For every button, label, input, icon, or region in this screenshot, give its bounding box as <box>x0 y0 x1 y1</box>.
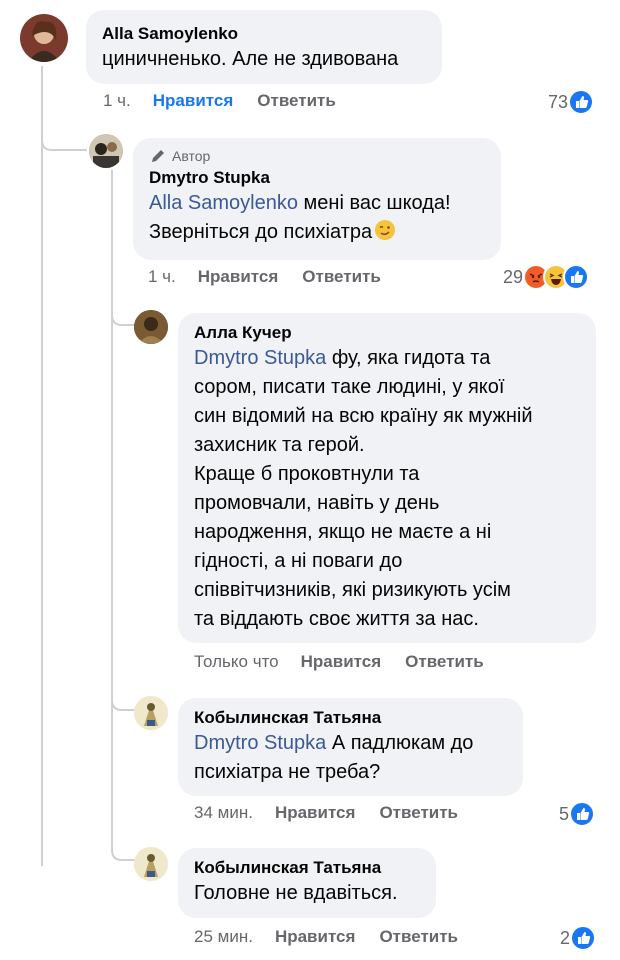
reaction-count: 5 <box>559 803 570 824</box>
comment-author[interactable]: Кобылинская Татьяна <box>194 707 507 729</box>
like-button[interactable]: Нравится <box>275 803 356 823</box>
comment-author[interactable]: Кобылинская Татьяна <box>194 857 420 879</box>
comment-bubble: Кобылинская Татьяна Головне не вдавіться… <box>178 848 436 918</box>
reaction-summary[interactable]: 2 <box>560 925 597 951</box>
author-badge: Автор <box>149 147 485 165</box>
reply-button[interactable]: Ответить <box>257 91 336 111</box>
avatar[interactable] <box>20 14 68 62</box>
like-icon <box>563 264 590 290</box>
comment-time[interactable]: 1 ч. <box>148 267 176 287</box>
comment-text: Dmytro Stupka фу, яка гидота та сором, п… <box>194 344 580 634</box>
comment-actions: 34 мин. Нравится Ответить <box>194 803 458 823</box>
comment-author[interactable]: Dmytro Stupka <box>149 167 485 189</box>
comment-text: Alla Samoylenko мені вас шкода! Зверніть… <box>149 189 485 247</box>
comment-author[interactable]: Алла Кучер <box>194 322 580 344</box>
comment-text: циничненько. Але не здивована <box>102 48 399 70</box>
comment-author[interactable]: Alla Samoylenko <box>102 23 426 45</box>
comment-text: Головне не вдавіться. <box>194 882 398 904</box>
like-icon <box>570 925 597 951</box>
like-button[interactable]: Нравится <box>275 927 356 947</box>
comment-text: Dmytro Stupka А падлюкам до психіатра не… <box>194 729 507 787</box>
reply-button[interactable]: Ответить <box>405 652 484 672</box>
avatar[interactable] <box>89 134 123 168</box>
reaction-count: 29 <box>503 266 524 287</box>
comment-bubble: Автор Dmytro Stupka Alla Samoylenko мені… <box>133 138 501 260</box>
like-icon <box>568 89 595 115</box>
reaction-summary[interactable]: 29 <box>503 264 590 290</box>
reaction-summary[interactable]: 5 <box>559 801 596 827</box>
mention-link[interactable]: Dmytro Stupka <box>194 347 326 369</box>
reaction-count: 73 <box>548 91 569 112</box>
thread-line <box>41 66 43 866</box>
reply-button[interactable]: Ответить <box>302 267 381 287</box>
comment-actions: 25 мин. Нравится Ответить <box>194 927 458 947</box>
reaction-summary[interactable]: 73 <box>548 89 595 115</box>
comment-body: фу, яка гидота та сором, писати таке люд… <box>194 347 533 630</box>
thread-connector <box>41 120 87 151</box>
comment-time[interactable]: Только что <box>194 652 279 672</box>
winking-face-icon <box>375 220 396 240</box>
comment-bubble: Кобылинская Татьяна Dmytro Stupka А падл… <box>178 698 523 796</box>
comment-bubble: Алла Кучер Dmytro Stupka фу, яка гидота … <box>178 313 596 643</box>
reply-button[interactable]: Ответить <box>379 803 458 823</box>
like-button[interactable]: Нравится <box>153 91 234 111</box>
comment-time[interactable]: 1 ч. <box>103 91 131 111</box>
mention-link[interactable]: Dmytro Stupka <box>194 732 326 754</box>
avatar[interactable] <box>134 310 168 344</box>
avatar[interactable] <box>134 696 168 730</box>
thread-line <box>111 170 113 850</box>
reply-button[interactable]: Ответить <box>379 927 458 947</box>
pencil-icon <box>152 150 164 162</box>
like-button[interactable]: Нравится <box>198 267 279 287</box>
like-icon <box>569 801 596 827</box>
mention-link[interactable]: Alla Samoylenko <box>149 192 298 214</box>
author-badge-label: Автор <box>172 148 211 164</box>
comment-time[interactable]: 25 мин. <box>194 927 253 947</box>
avatar[interactable] <box>134 847 168 881</box>
comment-actions: 1 ч. Нравится Ответить <box>148 267 381 287</box>
like-button[interactable]: Нравится <box>301 652 382 672</box>
comment-actions: 1 ч. Нравится Ответить <box>103 91 336 111</box>
comment-bubble: Alla Samoylenko циничненько. Але не здив… <box>86 10 442 84</box>
reaction-count: 2 <box>560 927 571 948</box>
comment-time[interactable]: 34 мин. <box>194 803 253 823</box>
comment-actions: Только что Нравится Ответить <box>194 652 484 672</box>
